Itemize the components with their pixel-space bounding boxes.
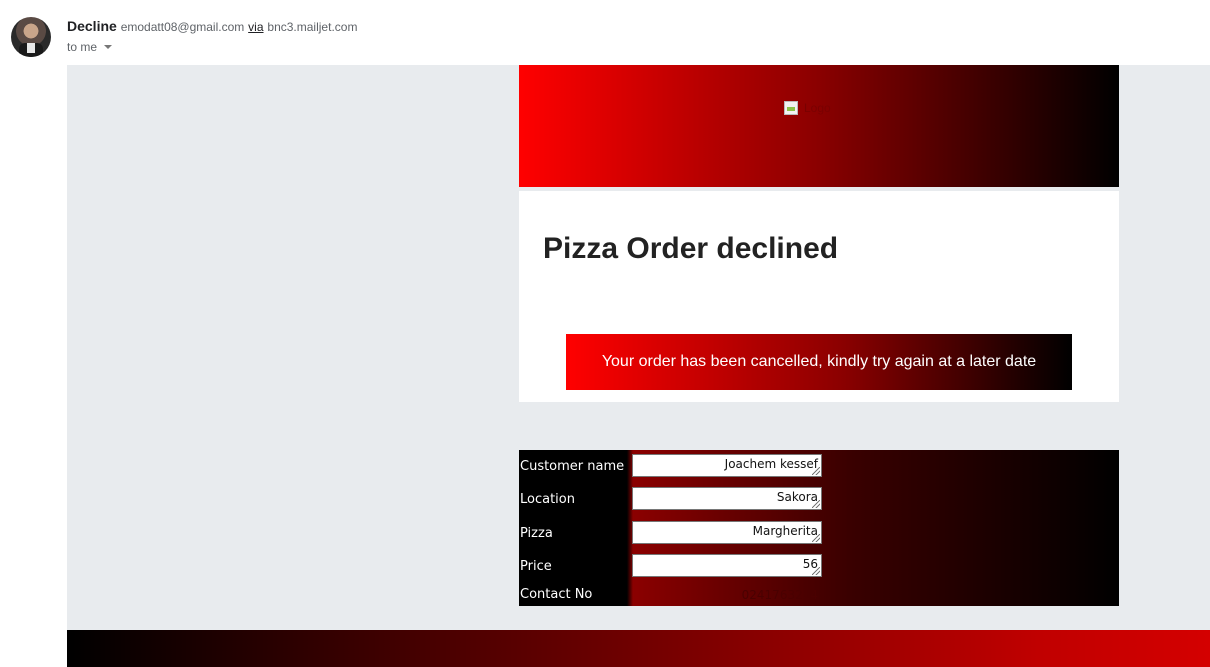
order-label: Contact No bbox=[520, 587, 593, 602]
avatar-collar bbox=[27, 43, 35, 53]
order-label: Customer name bbox=[520, 459, 625, 474]
order-label: Price bbox=[520, 559, 552, 574]
field-value: Margherita bbox=[752, 524, 818, 538]
price-field[interactable]: 56 bbox=[632, 554, 822, 577]
chevron-down-icon bbox=[104, 45, 113, 49]
page-title: Pizza Order declined bbox=[543, 232, 839, 265]
sender-email: emodatt08@gmail.com bbox=[120, 20, 245, 34]
logo-alt-text: Logo bbox=[804, 101, 831, 115]
order-row-contact: Contact No 0241763214 bbox=[519, 580, 829, 610]
sender-line: Decline emodatt08@gmail.com via bnc3.mai… bbox=[67, 18, 357, 34]
contact-number: 0241763214 bbox=[741, 588, 818, 602]
order-row-price: Price 56 bbox=[519, 552, 829, 582]
logo: Logo bbox=[784, 101, 831, 115]
order-label: Pizza bbox=[520, 526, 553, 541]
footer-banner bbox=[67, 630, 1210, 667]
order-row-location: Location Sakora bbox=[519, 485, 829, 515]
resize-grip-icon[interactable] bbox=[812, 567, 820, 575]
recipient-dropdown[interactable]: to me bbox=[67, 40, 113, 54]
field-value: Joachem kessef bbox=[724, 457, 818, 471]
broken-image-icon bbox=[784, 101, 798, 115]
order-row-customer-name: Customer name Joachem kessef bbox=[519, 452, 829, 482]
message-card: Pizza Order declined Your order has been… bbox=[519, 191, 1119, 402]
email-body: Logo Pizza Order declined Your order has… bbox=[67, 65, 1210, 630]
order-label: Location bbox=[520, 492, 575, 507]
resize-grip-icon[interactable] bbox=[812, 534, 820, 542]
pizza-field[interactable]: Margherita bbox=[632, 521, 822, 544]
sender-name[interactable]: Decline bbox=[67, 18, 117, 34]
relay-domain: bnc3.mailjet.com bbox=[267, 20, 358, 34]
sender-avatar[interactable] bbox=[11, 17, 51, 57]
via-link[interactable]: via bbox=[248, 20, 263, 34]
customer-name-field[interactable]: Joachem kessef bbox=[632, 454, 822, 477]
resize-grip-icon[interactable] bbox=[812, 467, 820, 475]
resize-grip-icon[interactable] bbox=[812, 500, 820, 508]
order-row-pizza: Pizza Margherita bbox=[519, 519, 829, 549]
recipient-label: to me bbox=[67, 40, 98, 54]
location-field[interactable]: Sakora bbox=[632, 487, 822, 510]
order-details-table: Customer name Joachem kessef Location Sa… bbox=[519, 450, 1119, 606]
cancellation-notice: Your order has been cancelled, kindly tr… bbox=[566, 334, 1072, 390]
header-banner: Logo bbox=[519, 65, 1119, 187]
notice-text: Your order has been cancelled, kindly tr… bbox=[601, 353, 1037, 370]
